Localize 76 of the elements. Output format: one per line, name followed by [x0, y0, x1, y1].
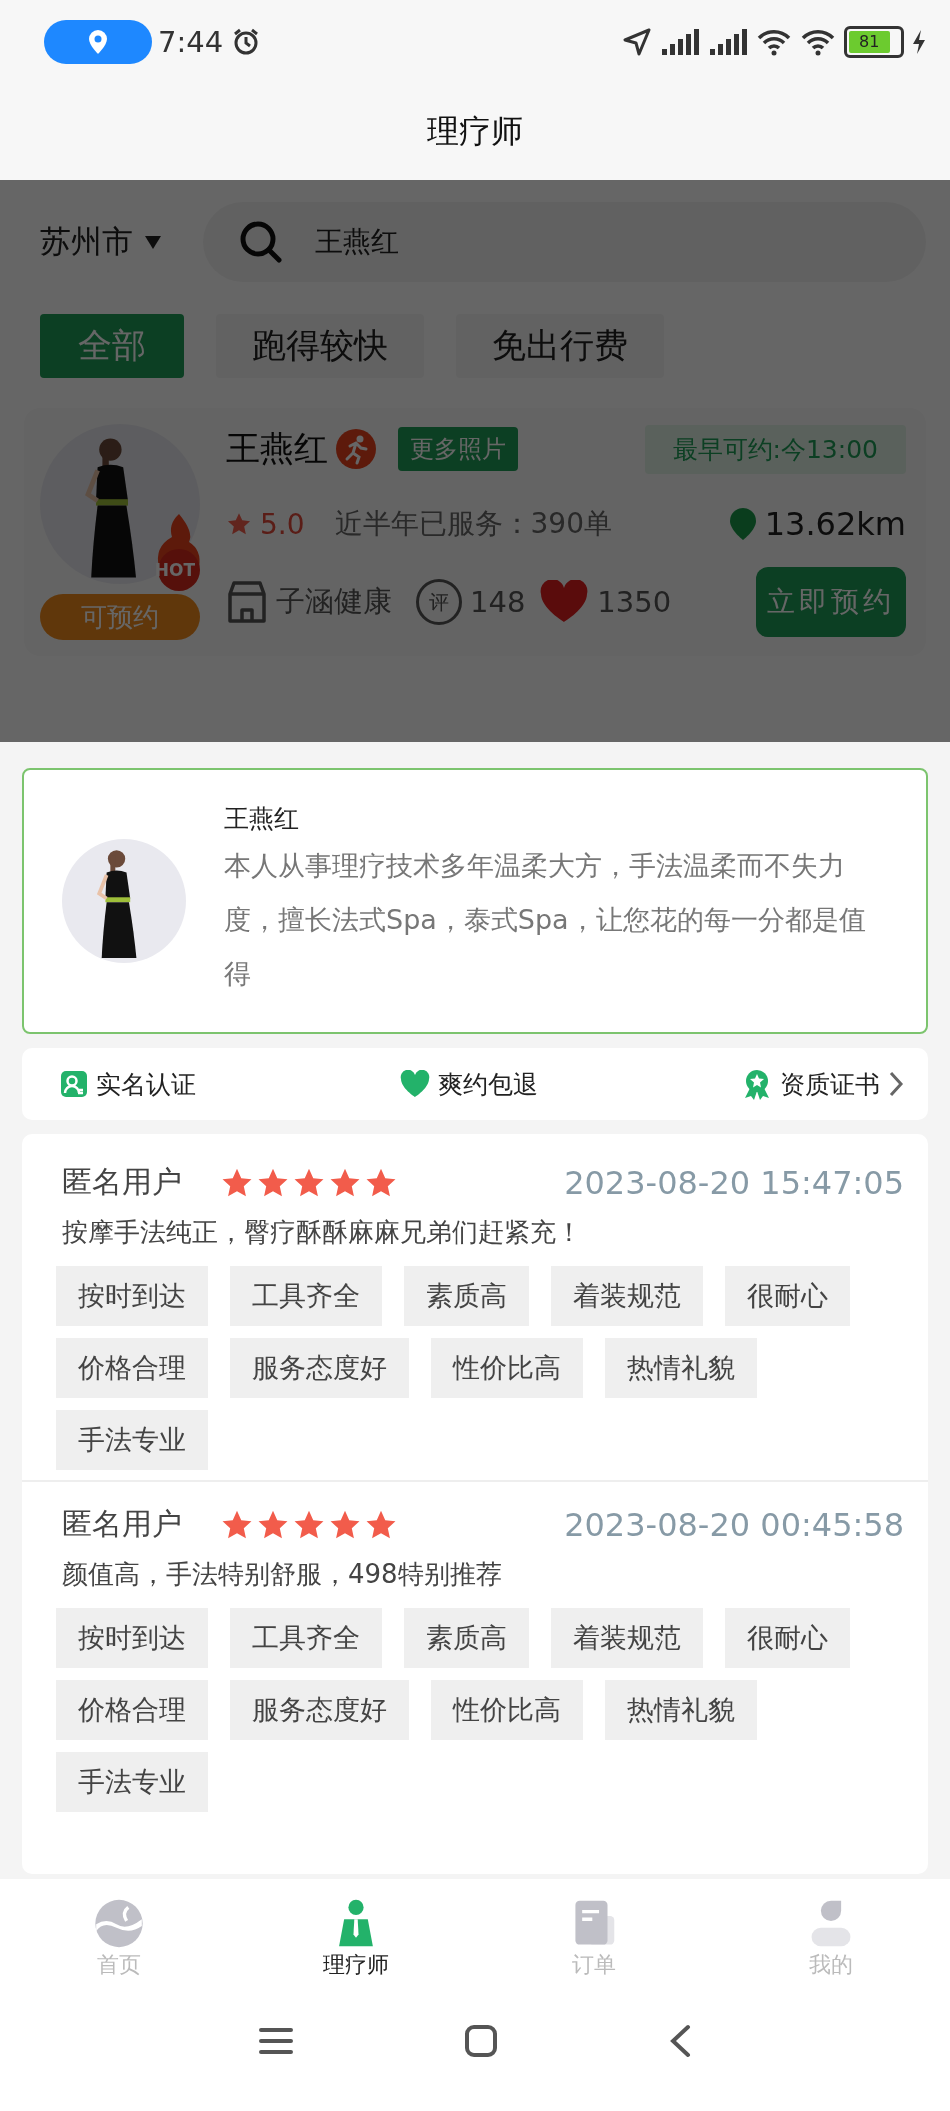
- dim-overlay[interactable]: [0, 180, 950, 742]
- back-icon[interactable]: [668, 2024, 692, 2058]
- review-tag: 手法专业: [56, 1410, 208, 1470]
- nav-tab[interactable]: 首页: [0, 1879, 238, 1981]
- earliest-time-badge: 最早可约:今13:00: [644, 424, 906, 474]
- location-pin-icon: [728, 507, 757, 541]
- dropdown-caret-icon: [143, 234, 163, 250]
- filter-chip[interactable]: 跑得较快: [216, 314, 424, 378]
- nav-tab[interactable]: 订单: [475, 1879, 713, 1981]
- shop-icon: [226, 580, 268, 624]
- page-title: 理疗师: [427, 111, 523, 152]
- review-time: 2023-08-20 00:45:58: [564, 1505, 904, 1544]
- review-tag: 工具齐全: [230, 1608, 382, 1668]
- like-count: 1350: [597, 585, 672, 619]
- availability-badge: 可预约: [40, 594, 200, 640]
- review-text: 颜值高，手法特别舒服，498特别推荐: [62, 1558, 503, 1591]
- review-tag: 热情礼貌: [605, 1338, 757, 1398]
- id-card-icon: [60, 1070, 88, 1098]
- review-tag: 热情礼貌: [605, 1680, 757, 1740]
- rating-value: 5.0: [260, 507, 305, 541]
- star-icon: [226, 511, 252, 537]
- menu-icon[interactable]: [258, 2026, 294, 2056]
- nav-tab[interactable]: 我的: [712, 1879, 950, 1981]
- wifi-icon: [800, 27, 836, 57]
- award-ribbon-icon: [742, 1068, 772, 1100]
- filter-chip[interactable]: 全部: [40, 314, 184, 378]
- shop-name: 子涵健康: [276, 583, 392, 620]
- heart-icon: [400, 1070, 430, 1098]
- review-tag: 价格合理: [56, 1338, 208, 1398]
- review-tag: 按时到达: [56, 1608, 208, 1668]
- served-count: 近半年已服务：390单: [334, 506, 612, 542]
- filter-chip[interactable]: 免出行费: [456, 314, 664, 378]
- reviewer-name: 匿名用户: [62, 1163, 182, 1201]
- guarantee-label: 爽约包退: [438, 1068, 538, 1101]
- charging-icon: [912, 29, 926, 55]
- nav-tab[interactable]: 理疗师: [237, 1879, 475, 1981]
- review-tag: 价格合理: [56, 1680, 208, 1740]
- search-field[interactable]: 王燕红: [203, 202, 926, 282]
- review-tag: 着装规范: [551, 1608, 703, 1668]
- review-tag: 服务态度好: [230, 1338, 409, 1398]
- more-photos-button[interactable]: 更多照片: [398, 427, 518, 471]
- review-tag: 性价比高: [431, 1680, 583, 1740]
- review-tag: 服务态度好: [230, 1680, 409, 1740]
- location-pin-icon: [87, 29, 109, 55]
- home-square-icon[interactable]: [464, 2024, 498, 2058]
- running-person-icon: [336, 429, 376, 469]
- chevron-right-icon[interactable]: [888, 1070, 904, 1098]
- book-now-button[interactable]: 立即预约: [756, 567, 906, 637]
- review-tag: 素质高: [404, 1266, 529, 1326]
- signal-icon: [708, 27, 748, 57]
- therapist-name: 王燕红: [226, 427, 328, 470]
- battery-indicator: 81: [844, 26, 904, 58]
- review-text: 按摩手法纯正，臀疗酥酥麻麻兄弟们赶紧充！: [62, 1216, 583, 1249]
- guarantee-label: 资质证书: [780, 1068, 880, 1101]
- bio-text: 本人从事理疗技术多年温柔大方，手法温柔而不失力度，擅长法式Spa，泰式Spa，让您花的每一分都是值得: [224, 848, 867, 991]
- review-tag: 很耐心: [725, 1266, 850, 1326]
- review-tag: 工具齐全: [230, 1266, 382, 1326]
- review-tag: 按时到达: [56, 1266, 208, 1326]
- wifi-icon: [756, 27, 792, 57]
- city-dropdown[interactable]: 苏州市: [40, 221, 163, 263]
- heart-icon: [539, 580, 590, 624]
- therapist-name: 王燕红: [224, 802, 300, 835]
- review-tag: 性价比高: [431, 1338, 583, 1398]
- review-tag: 很耐心: [725, 1608, 850, 1668]
- navigation-arrow-icon: [622, 27, 652, 57]
- review-count: 148: [470, 585, 526, 619]
- reviewer-name: 匿名用户: [62, 1505, 182, 1543]
- clock-time: 7:44: [158, 25, 224, 59]
- review-tag: 素质高: [404, 1608, 529, 1668]
- review-tag: 着装规范: [551, 1266, 703, 1326]
- signal-icon: [660, 27, 700, 57]
- review-time: 2023-08-20 15:47:05: [564, 1163, 904, 1202]
- comment-badge: 评: [416, 579, 462, 625]
- guarantee-label: 实名认证: [96, 1068, 196, 1101]
- distance: 13.62km: [764, 505, 906, 543]
- review-tag: 手法专业: [56, 1752, 208, 1812]
